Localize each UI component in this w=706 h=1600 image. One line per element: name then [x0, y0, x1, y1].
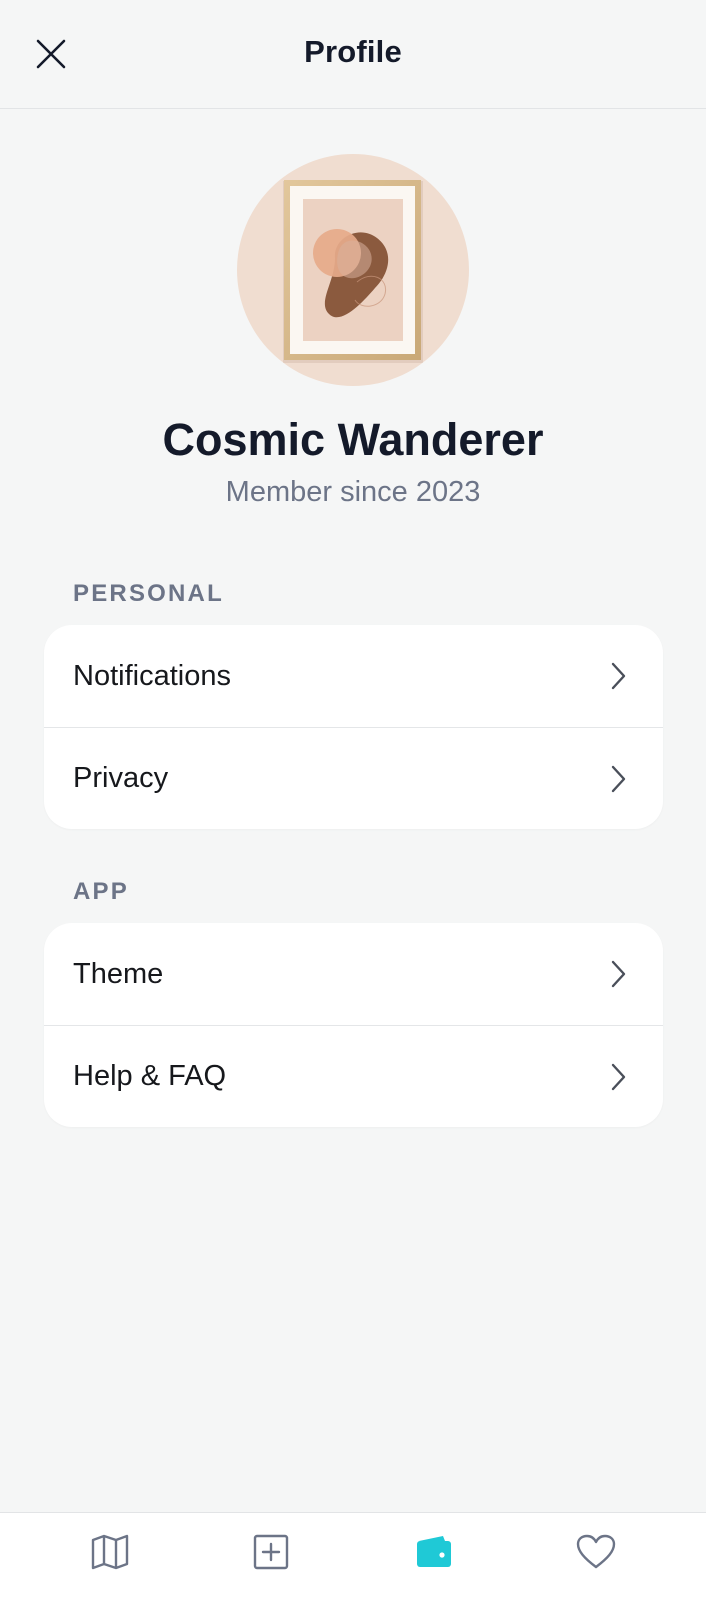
chevron-right-icon: [607, 1062, 629, 1092]
page-title: Profile: [304, 34, 402, 69]
framed-abstract-art-image: [283, 180, 423, 363]
menu-item-label: Theme: [73, 957, 164, 990]
section-label-personal: PERSONAL: [73, 580, 224, 607]
profile-screen: Profile Cosmic Wanderer Member since 202…: [0, 0, 706, 1600]
nav-favorites[interactable]: [568, 1527, 624, 1577]
settings-card-app: Theme Help & FAQ: [44, 923, 663, 1127]
heart-icon: [576, 1534, 616, 1569]
member-since-text: Member since 2023: [225, 476, 481, 508]
profile-name: Cosmic Wanderer: [162, 414, 544, 465]
menu-item-label: Help & FAQ: [73, 1060, 227, 1092]
menu-item-help-faq[interactable]: Help & FAQ: [44, 1025, 663, 1127]
avatar[interactable]: [237, 154, 469, 386]
settings-card-personal: Notifications Privacy: [44, 625, 663, 829]
menu-item-theme[interactable]: Theme: [44, 923, 663, 1025]
bottom-navigation: [0, 1512, 706, 1600]
menu-item-label: Privacy: [73, 762, 169, 794]
menu-item-notifications[interactable]: Notifications: [44, 625, 663, 727]
nav-add[interactable]: [243, 1527, 299, 1577]
chevron-right-icon: [607, 661, 629, 691]
wallet-icon: [417, 1536, 451, 1567]
map-icon: [91, 1534, 129, 1570]
menu-item-label: Notifications: [73, 659, 231, 692]
menu-item-privacy[interactable]: Privacy: [44, 727, 663, 829]
section-label-app: APP: [73, 878, 129, 905]
plus-square-icon: [253, 1534, 289, 1570]
chevron-right-icon: [607, 764, 629, 794]
chevron-right-icon: [607, 959, 629, 989]
nav-wallet[interactable]: [406, 1527, 462, 1577]
header-bar: Profile: [0, 0, 706, 109]
nav-map[interactable]: [82, 1527, 138, 1577]
